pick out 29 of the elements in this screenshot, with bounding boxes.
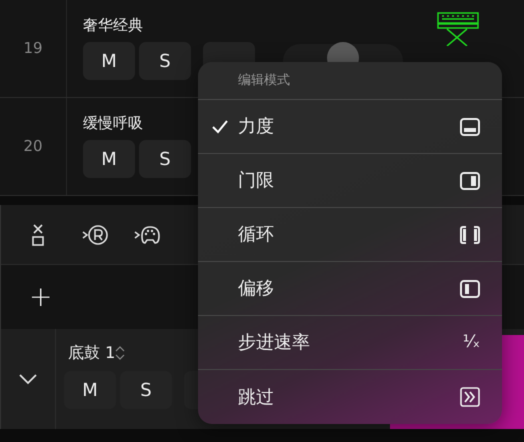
loop-icon — [460, 224, 480, 244]
track-name: 缓慢呼吸 — [83, 114, 143, 132]
menu-item[interactable]: 循环 — [198, 208, 502, 262]
track-name[interactable]: 底鼓 1 — [68, 341, 116, 365]
menu-item[interactable]: 力度 — [198, 100, 502, 154]
offset-icon — [460, 280, 480, 298]
solo-button[interactable]: S — [139, 42, 191, 80]
skip-icon — [460, 387, 480, 407]
mute-button[interactable]: M — [83, 140, 135, 178]
mute-button[interactable]: M — [64, 371, 116, 409]
record-input-icon[interactable] — [81, 222, 109, 246]
track-number: 20 — [23, 136, 43, 158]
gate-icon — [460, 172, 480, 190]
up-down-chevron-icon[interactable] — [115, 346, 126, 360]
chevron-down-icon[interactable] — [18, 373, 38, 385]
menu-item[interactable]: 偏移 — [198, 262, 502, 316]
add-button[interactable]: + — [29, 276, 52, 318]
keyboard-icon — [437, 12, 479, 46]
rate-glyph: ¹⁄ₓ — [462, 330, 480, 354]
menu-item[interactable]: 步进速率 ¹⁄ₓ — [198, 316, 502, 370]
mute-button[interactable]: M — [83, 42, 135, 80]
track-name: 奢华经典 — [83, 16, 143, 34]
velocity-icon — [460, 118, 480, 136]
solo-button[interactable]: S — [120, 371, 172, 409]
solo-button[interactable]: S — [139, 140, 191, 178]
menu-title: 编辑模式 — [238, 72, 290, 90]
menu-item[interactable]: 门限 — [198, 154, 502, 208]
menu-item[interactable]: 跳过 — [198, 370, 502, 424]
track-number: 19 — [23, 38, 43, 60]
